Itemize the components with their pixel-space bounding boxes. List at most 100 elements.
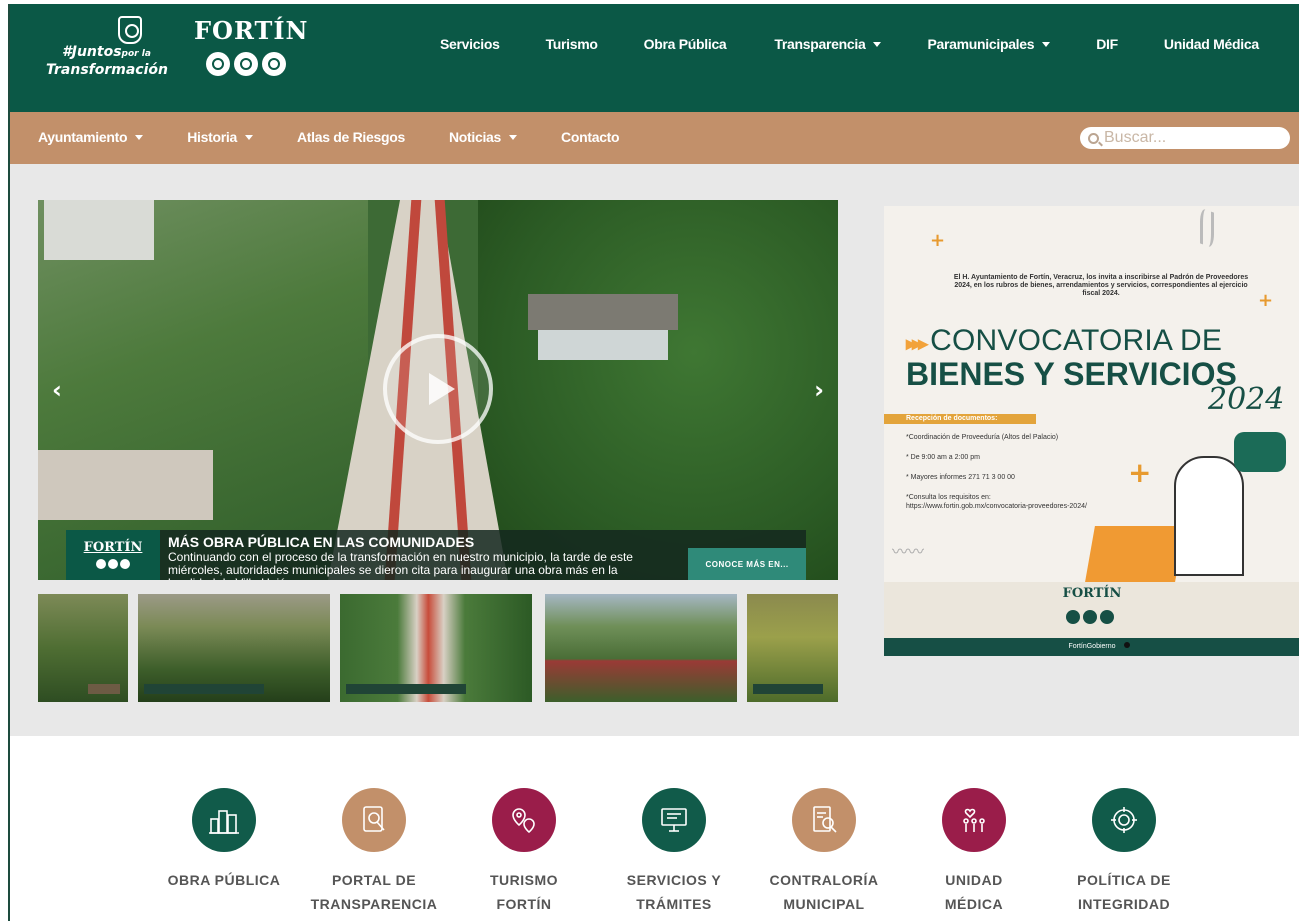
thumbnail-5[interactable] — [747, 594, 838, 702]
brand-badges — [206, 52, 286, 76]
chevron-down-icon — [244, 134, 253, 140]
banner-line: * De 9:00 am a 2:00 pm — [906, 454, 980, 461]
hero-image-building-wall — [538, 330, 668, 360]
hero-slider[interactable]: ‹ › FORTÍN MÁS OBRA PÚBLICA EN LAS COMUN… — [38, 200, 838, 580]
banner-year: 2024 — [1208, 382, 1285, 417]
badge-icon — [206, 52, 230, 76]
page: #Juntospor la Transformación FORTÍN Serv… — [8, 4, 1299, 921]
quicklink-politica-integridad[interactable]: POLÍTICA DE INTEGRIDAD — [1044, 788, 1204, 916]
laptop-illustration — [1085, 526, 1185, 582]
nav-unidad-medica[interactable]: Unidad Médica — [1164, 36, 1259, 52]
plus-decoration: + — [1258, 290, 1274, 311]
banner-bienes-servicios: BIENES Y SERVICIOS — [906, 356, 1237, 392]
secondary-nav: Ayuntamiento Historia Atlas de Riesgos N… — [38, 129, 620, 145]
banner-brand-badges — [1066, 610, 1114, 624]
slider-next-arrow[interactable]: › — [814, 376, 824, 404]
banner-intro: El H. Ayuntamiento de Fortín, Veracruz, … — [953, 274, 1249, 297]
subnav-atlas-de-riesgos[interactable]: Atlas de Riesgos — [297, 129, 405, 145]
thumbnail-strip — [38, 594, 838, 702]
plus-decoration: + — [1128, 456, 1152, 489]
banner-social: FortínGobierno — [884, 638, 1299, 656]
thumbnail-1[interactable] — [38, 594, 128, 702]
subnav-contacto[interactable]: Contacto — [561, 129, 620, 145]
convocatoria-banner[interactable]: + + + El H. Ayuntamiento de Fortín, Vera… — [884, 206, 1299, 656]
banner-brand: FORTÍN — [1062, 586, 1122, 601]
leaf-icon — [234, 52, 258, 76]
hero-image-roof — [38, 450, 213, 520]
chevron-down-icon — [873, 41, 882, 47]
quicklink-contraloria[interactable]: CONTRALORÍA MUNICIPAL — [744, 788, 904, 916]
nav-servicios[interactable]: Servicios — [440, 36, 500, 52]
carousel-dot[interactable] — [1124, 642, 1130, 648]
wave-decoration: 〰〰 — [892, 542, 925, 561]
medical-people-icon — [942, 788, 1006, 852]
quicklink-label: CONTRALORÍA — [769, 872, 879, 888]
computer-icon — [642, 788, 706, 852]
hero-image-house — [44, 200, 154, 260]
quick-links: OBRA PÚBLICA PORTAL DE TRANSPARENCIA TURI… — [10, 788, 1299, 921]
chevrons-icon: ▸▸▸ — [906, 333, 928, 355]
quicklink-label: SERVICIOS Y — [626, 872, 722, 888]
audit-icon — [792, 788, 856, 852]
chevron-down-icon — [1042, 41, 1051, 47]
slogan-line1: #Juntos — [62, 44, 122, 60]
plus-decoration: + — [930, 230, 946, 251]
quicklink-servicios-tramites[interactable]: SERVICIOS Y TRÁMITES — [594, 788, 754, 916]
thumbnail-4[interactable] — [545, 594, 737, 702]
subnav-historia[interactable]: Historia — [187, 129, 253, 145]
quicklink-label: TRÁMITES — [636, 896, 712, 912]
quicklink-label: TRANSPARENCIA — [310, 896, 438, 912]
slogan-small: por la — [121, 49, 151, 59]
hero-image-trees — [478, 200, 838, 580]
quicklink-unidad-medica[interactable]: UNIDAD MÉDICA — [894, 788, 1054, 916]
coat-of-arms-icon — [118, 16, 142, 44]
building-icon — [262, 52, 286, 76]
search-icon — [1088, 132, 1099, 144]
nav-turismo[interactable]: Turismo — [546, 36, 598, 52]
chevron-down-icon — [135, 134, 144, 140]
play-video-button[interactable] — [383, 334, 493, 444]
quicklink-label: PORTAL DE — [331, 872, 417, 888]
chevron-down-icon — [509, 134, 518, 140]
city-icon — [192, 788, 256, 852]
conoce-mas-button[interactable]: CONOCE MÁS EN... — [688, 548, 806, 580]
hero-title: MÁS OBRA PÚBLICA EN LAS COMUNIDADES — [168, 534, 475, 550]
nav-dif[interactable]: DIF — [1096, 36, 1118, 52]
slider-prev-arrow[interactable]: ‹ — [52, 376, 62, 404]
banner-line: * Mayores informes 271 71 3 00 00 — [906, 474, 1015, 481]
quicklink-label: MUNICIPAL — [783, 896, 865, 912]
main-nav: Servicios Turismo Obra Pública Transpare… — [440, 36, 1259, 52]
quicklink-label: INTEGRIDAD — [1077, 896, 1171, 912]
quicklink-obra-publica[interactable]: OBRA PÚBLICA — [144, 788, 304, 892]
brand-logo[interactable]: FORTÍN — [194, 16, 309, 45]
quicklink-label: FORTÍN — [496, 896, 552, 912]
chat-bubble-icon — [1234, 432, 1286, 472]
subnav-noticias[interactable]: Noticias — [449, 129, 518, 145]
search-input[interactable] — [1104, 129, 1274, 147]
thumbnail-2[interactable] — [138, 594, 330, 702]
top-header: #Juntospor la Transformación FORTÍN Serv… — [10, 4, 1299, 112]
squiggle-decoration — [1200, 207, 1214, 249]
thumbnail-3[interactable] — [340, 594, 532, 702]
quicklink-label: UNIDAD — [945, 872, 1003, 888]
hero-text: Continuando con el proceso de la transfo… — [168, 551, 633, 580]
quicklink-portal-transparencia[interactable]: PORTAL DE TRANSPARENCIA — [294, 788, 454, 916]
hero-image-building-roof — [528, 294, 678, 330]
subnav-ayuntamiento[interactable]: Ayuntamiento — [38, 129, 144, 145]
document-search-icon — [342, 788, 406, 852]
quicklink-label: TURISMO — [489, 872, 559, 888]
banner-line: *Coordinación de Proveeduría (Altos del … — [906, 434, 1059, 441]
caption-logo-text: FORTÍN — [83, 540, 143, 555]
quicklink-label: OBRA PÚBLICA — [167, 872, 281, 888]
banner-url: https://www.fortin.gob.mx/convocatoria-p… — [906, 503, 1087, 510]
slogan: #Juntospor la Transformación — [46, 44, 168, 78]
nav-transparencia[interactable]: Transparencia — [774, 36, 882, 52]
hero-caption: FORTÍN MÁS OBRA PÚBLICA EN LAS COMUNIDAD… — [66, 530, 806, 580]
search-box[interactable] — [1080, 127, 1290, 149]
quicklink-label: POLÍTICA DE — [1077, 872, 1171, 888]
banner-convocatoria: ▸▸▸ CONVOCATORIA DE — [906, 324, 1223, 357]
integrity-icon — [1092, 788, 1156, 852]
nav-obra-publica[interactable]: Obra Pública — [644, 36, 727, 52]
nav-paramunicipales[interactable]: Paramunicipales — [927, 36, 1051, 52]
quicklink-turismo-fortin[interactable]: TURISMO FORTÍN — [444, 788, 604, 916]
